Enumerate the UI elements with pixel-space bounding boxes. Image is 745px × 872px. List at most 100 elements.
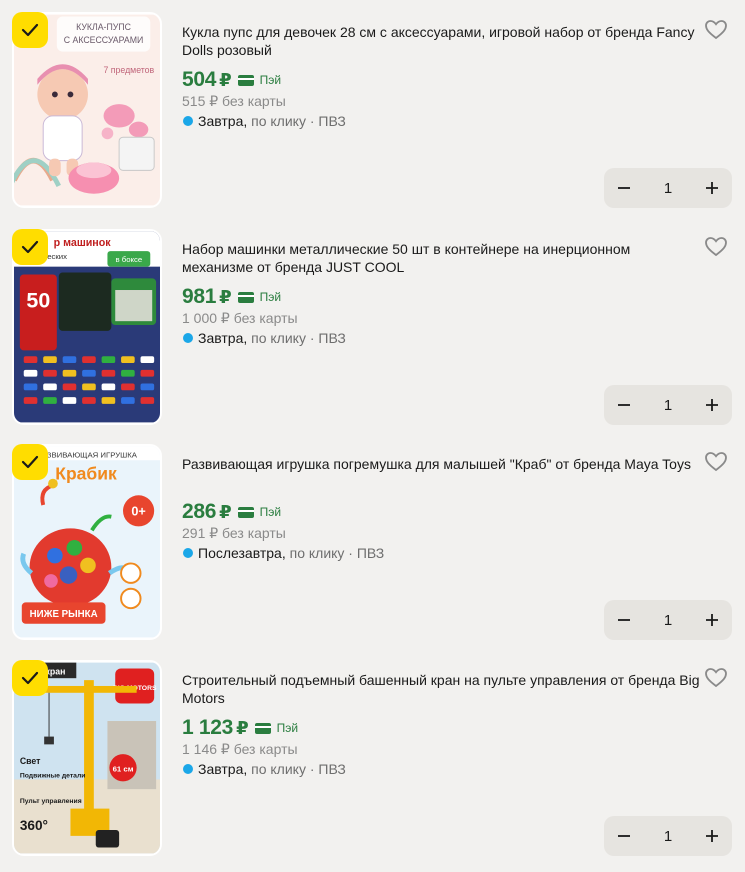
price-without-card: 291 ₽ без карты: [182, 525, 286, 541]
delivery-day: Послезавтра,: [198, 545, 286, 561]
quantity-value: 1: [663, 827, 673, 845]
delivery-day: Завтра,: [198, 761, 248, 777]
delivery-info: Завтра, по клику · ПВЗ: [183, 330, 346, 346]
price-value: 286: [182, 500, 217, 523]
price-without-card: 1 146 ₽ без карты: [182, 741, 298, 757]
decrease-button[interactable]: [604, 600, 644, 640]
heart-outline-icon: [705, 20, 727, 40]
price-value: 981: [182, 285, 217, 308]
cart-item: ный кран BIG MOTORS 61 см Свет Подвижные…: [0, 648, 745, 864]
delivery-details: по клику · ПВЗ: [285, 545, 385, 561]
price-row: 981 ₽ Пэй: [182, 284, 281, 310]
quantity-stepper: 1: [604, 600, 732, 640]
card-icon: [254, 722, 271, 734]
price-value: 504: [182, 68, 217, 91]
delivery-dot-icon: [183, 764, 193, 774]
image-feature-light: Свет: [20, 756, 41, 766]
quantity-value: 1: [663, 611, 673, 629]
price-currency: ₽: [219, 69, 232, 90]
plus-icon: [706, 399, 718, 411]
favorite-button[interactable]: [704, 450, 728, 474]
pay-label: Пэй: [259, 290, 282, 304]
cart-item: РАЗВИВАЮЩАЯ ИГРУШКА Крабик 0+ НИЖЕ РЫНКА: [0, 432, 745, 648]
favorite-button[interactable]: [704, 18, 728, 42]
card-icon: [237, 74, 254, 86]
quantity-stepper: 1: [604, 816, 732, 856]
image-text-line1: р машинок: [54, 237, 112, 249]
minus-icon: [618, 187, 630, 189]
price-row: 504 ₽ Пэй: [182, 67, 281, 93]
minus-icon: [618, 619, 630, 621]
product-title[interactable]: Набор машинки металлические 50 шт в конт…: [182, 240, 702, 276]
delivery-dot-icon: [183, 548, 193, 558]
checkmark-icon: [21, 240, 39, 254]
cart-item: КУКЛА-ПУПС С АКСЕССУАРАМИ 7 предметов Ку…: [0, 0, 745, 216]
increase-button[interactable]: [692, 816, 732, 856]
product-title[interactable]: Кукла пупс для девочек 28 см с аксессуар…: [182, 23, 702, 59]
delivery-details: по клику · ПВЗ: [247, 330, 346, 346]
image-badge: 7 предметов: [104, 65, 155, 75]
select-checkbox[interactable]: [12, 444, 48, 480]
delivery-dot-icon: [183, 333, 193, 343]
decrease-button[interactable]: [604, 168, 644, 208]
quantity-value: 1: [663, 179, 673, 197]
increase-button[interactable]: [692, 600, 732, 640]
image-feature-rotation: 360°: [20, 818, 48, 833]
image-feature-remote: Пульт управления: [20, 798, 82, 805]
image-text-line1: РАЗВИВАЮЩАЯ ИГРУШКА: [37, 450, 138, 459]
plus-icon: [706, 830, 718, 842]
decrease-button[interactable]: [604, 385, 644, 425]
quantity-stepper: 1: [604, 168, 732, 208]
image-badge-box: в боксе: [115, 255, 142, 264]
delivery-day: Завтра,: [198, 113, 248, 129]
image-badge: 61 см: [113, 765, 134, 774]
price-without-card: 1 000 ₽ без карты: [182, 310, 298, 326]
increase-button[interactable]: [692, 385, 732, 425]
delivery-details: по клику · ПВЗ: [247, 761, 346, 777]
plus-icon: [706, 182, 718, 194]
minus-icon: [618, 404, 630, 406]
select-checkbox[interactable]: [12, 12, 48, 48]
image-text-line2: С АКСЕССУАРАМИ: [64, 35, 144, 45]
product-title[interactable]: Строительный подъемный башенный кран на …: [182, 671, 702, 707]
heart-outline-icon: [705, 452, 727, 472]
cart-list: КУКЛА-ПУПС С АКСЕССУАРАМИ 7 предметов Ку…: [0, 0, 745, 872]
card-icon: [237, 506, 254, 518]
delivery-details: по клику · ПВЗ: [247, 113, 346, 129]
quantity-value: 1: [663, 396, 673, 414]
delivery-info: Завтра, по клику · ПВЗ: [183, 761, 346, 777]
select-checkbox[interactable]: [12, 660, 48, 696]
quantity-stepper: 1: [604, 385, 732, 425]
heart-outline-icon: [705, 237, 727, 257]
delivery-day: Завтра,: [198, 330, 248, 346]
checkmark-icon: [21, 455, 39, 469]
delivery-info: Завтра, по клику · ПВЗ: [183, 113, 346, 129]
delivery-info: Послезавтра, по клику · ПВЗ: [183, 545, 384, 561]
increase-button[interactable]: [692, 168, 732, 208]
price-without-card: 515 ₽ без карты: [182, 93, 286, 109]
checkmark-icon: [21, 671, 39, 685]
favorite-button[interactable]: [704, 666, 728, 690]
product-title[interactable]: Развивающая игрушка погремушка для малыш…: [182, 455, 702, 473]
price-row: 286 ₽ Пэй: [182, 499, 281, 525]
pay-label: Пэй: [276, 721, 299, 735]
minus-icon: [618, 835, 630, 837]
heart-outline-icon: [705, 668, 727, 688]
decrease-button[interactable]: [604, 816, 644, 856]
image-badge: 50: [26, 289, 50, 313]
image-banner: НИЖЕ РЫНКА: [30, 609, 98, 620]
pay-label: Пэй: [259, 73, 282, 87]
select-checkbox[interactable]: [12, 229, 48, 265]
image-text-line2: Крабик: [55, 464, 117, 484]
price-currency: ₽: [236, 717, 249, 738]
checkmark-icon: [21, 23, 39, 37]
plus-icon: [706, 614, 718, 626]
price-value: 1 123: [182, 716, 234, 739]
cart-item: р машинок ических в боксе 50 Набор машин…: [0, 217, 745, 433]
favorite-button[interactable]: [704, 235, 728, 259]
delivery-dot-icon: [183, 116, 193, 126]
image-feature-parts: Подвижные детали: [20, 772, 86, 779]
price-row: 1 123 ₽ Пэй: [182, 715, 298, 741]
price-currency: ₽: [219, 501, 232, 522]
pay-label: Пэй: [259, 505, 282, 519]
